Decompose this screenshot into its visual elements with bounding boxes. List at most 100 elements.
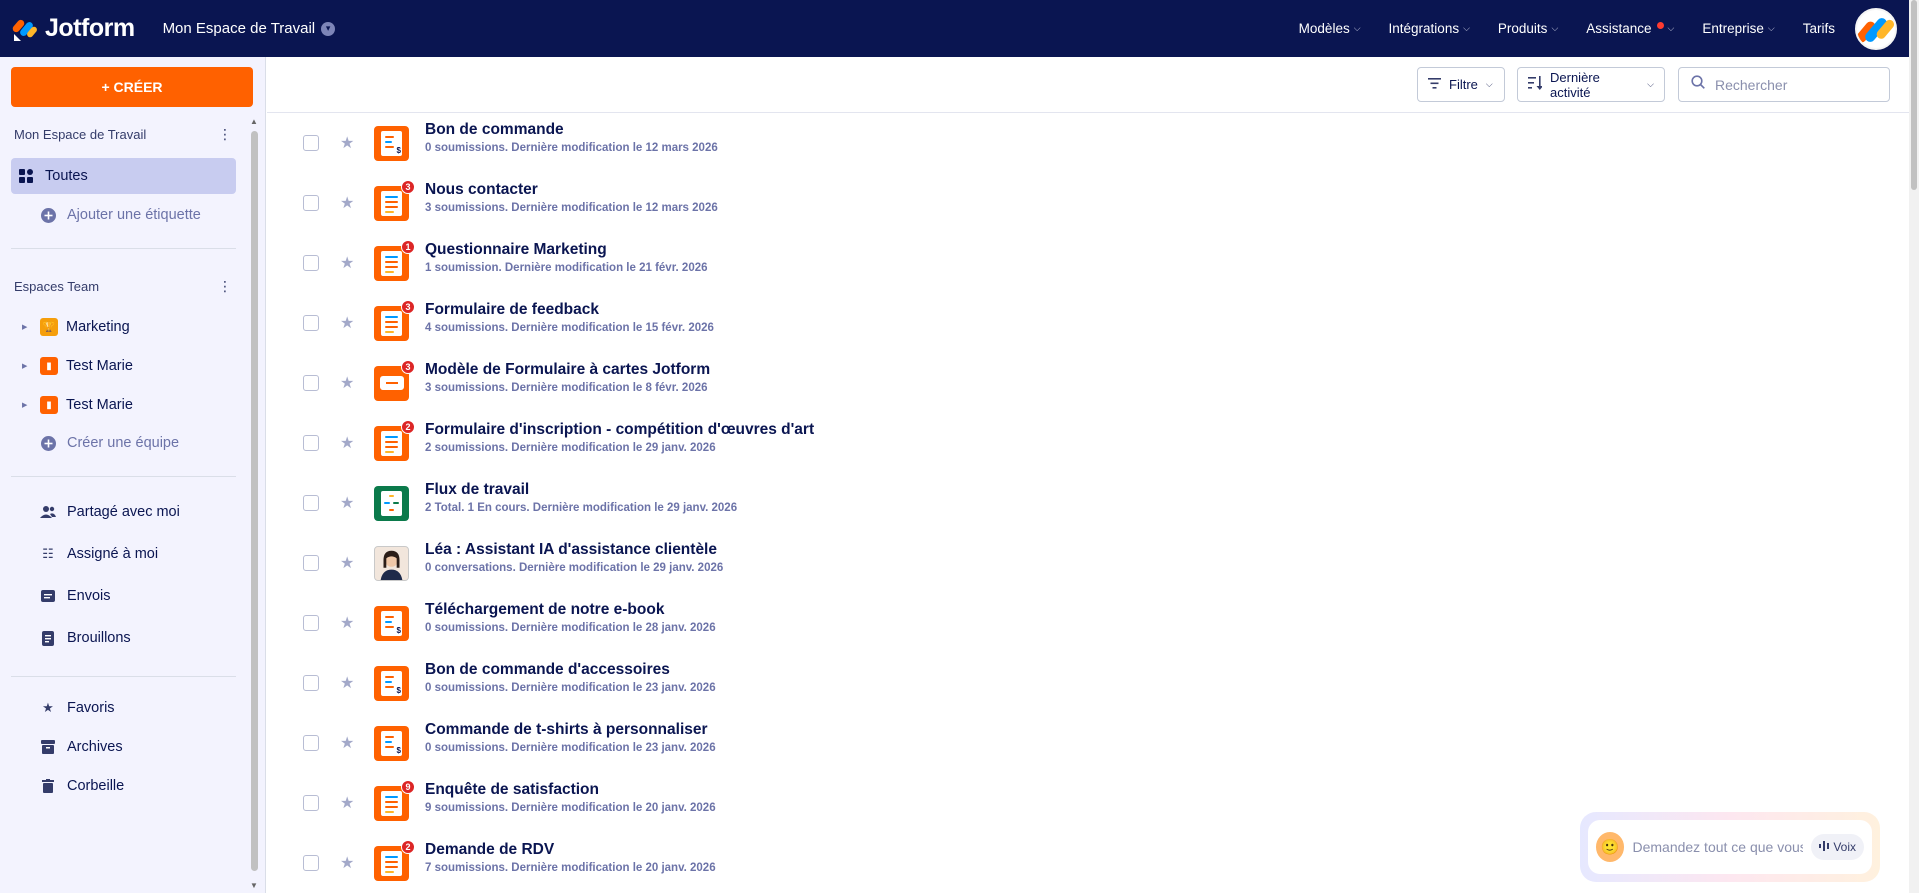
form-row[interactable]: ★ 3 Formulaire de feedback 4 soumissions. D… (267, 293, 1909, 353)
star-icon[interactable]: ★ (340, 133, 354, 153)
sidebar-item-sent[interactable]: Envois (11, 578, 236, 614)
sidebar-team-marketing[interactable]: ▶ 🏆 Marketing (11, 309, 236, 345)
form-meta: 0 soumissions. Dernière modification le … (425, 622, 716, 634)
sidebar-item-trash[interactable]: Corbeille (11, 768, 236, 804)
kebab-menu-icon[interactable]: ⋮ (218, 278, 232, 295)
sidebar-item-favorites[interactable]: ★ Favoris (11, 690, 236, 726)
row-checkbox[interactable] (303, 855, 319, 871)
form-row[interactable]: ★ $ Commande de t-shirts à personnaliser 0 … (267, 713, 1909, 773)
sort-label: Dernière activité (1550, 69, 1600, 100)
nav-products[interactable]: Produits ⌵ (1484, 21, 1572, 36)
workflow-icon (374, 485, 409, 521)
form-row[interactable]: ★ Léa : Assistant IA d'assistance clientè… (267, 533, 1909, 593)
form-row[interactable]: ★ 2 Formulaire d'inscription - compétition… (267, 413, 1909, 473)
ai-chat-input[interactable]: Demandez tout ce que vous (1632, 839, 1803, 855)
form-row[interactable]: ★ $ Téléchargement de notre e-book 0 soumis… (267, 593, 1909, 653)
workspace-switcher[interactable]: Mon Espace de Travail ▾ (163, 20, 336, 37)
page-scrollbar-thumb[interactable] (1911, 0, 1917, 190)
form-title[interactable]: Léa : Assistant IA d'assistance clientèl… (425, 541, 723, 559)
star-icon[interactable]: ★ (340, 493, 354, 513)
star-icon[interactable]: ★ (340, 793, 354, 813)
star-icon[interactable]: ★ (340, 193, 354, 213)
nav-support[interactable]: Assistance ⌵ (1572, 21, 1688, 36)
star-icon[interactable]: ★ (340, 673, 354, 693)
form-meta: 3 soumissions. Dernière modification le … (425, 202, 718, 214)
form-title[interactable]: Enquête de satisfaction (425, 781, 716, 799)
form-row[interactable]: ★ $ Bon de commande 0 soumissions. Dernière… (267, 113, 1909, 173)
form-row[interactable]: ★ $ Bon de commande d'accessoires 0 soumiss… (267, 653, 1909, 713)
add-tag-button[interactable]: Ajouter une étiquette (11, 197, 236, 233)
payment-form-icon: $ (374, 125, 409, 161)
form-title[interactable]: Formulaire d'inscription - compétition d… (425, 421, 814, 439)
filter-button[interactable]: Filtre ⌵ (1417, 67, 1505, 102)
nav-integrations[interactable]: Intégrations ⌵ (1375, 21, 1484, 36)
star-icon[interactable]: ★ (340, 253, 354, 273)
sidebar-item-assigned[interactable]: ☷ Assigné à moi (11, 536, 236, 572)
row-checkbox[interactable] (303, 435, 319, 451)
chevron-down-icon: ⌵ (1667, 23, 1675, 33)
sidebar-item-drafts[interactable]: Brouillons (11, 620, 236, 656)
form-row[interactable]: ★ 3 Modèle de Formulaire à cartes Jotform 3… (267, 353, 1909, 413)
sidebar-item-all[interactable]: Toutes (11, 158, 236, 194)
row-checkbox[interactable] (303, 315, 319, 331)
sidebar-scrollbar-thumb[interactable] (251, 131, 258, 871)
star-icon[interactable]: ★ (340, 373, 354, 393)
sidebar-team-test-marie-2[interactable]: ▶ ▮ Test Marie (11, 387, 236, 423)
form-icon: 1 (374, 239, 415, 281)
star-icon[interactable]: ★ (340, 313, 354, 333)
form-title[interactable]: Bon de commande (425, 121, 718, 139)
form-title[interactable]: Commande de t-shirts à personnaliser (425, 721, 716, 739)
row-checkbox[interactable] (303, 735, 319, 751)
row-checkbox[interactable] (303, 675, 319, 691)
row-checkbox[interactable] (303, 615, 319, 631)
nav-pricing[interactable]: Tarifs (1789, 21, 1849, 36)
form-meta: 3 soumissions. Dernière modification le … (425, 382, 708, 394)
form-title[interactable]: Téléchargement de notre e-book (425, 601, 716, 619)
form-title[interactable]: Flux de travail (425, 481, 737, 499)
create-button[interactable]: + CRÉER (11, 67, 253, 107)
star-icon[interactable]: ★ (340, 613, 354, 633)
sidebar-item-shared[interactable]: Partagé avec moi (11, 494, 236, 530)
scroll-down-icon[interactable]: ▼ (250, 881, 258, 890)
row-checkbox[interactable] (303, 135, 319, 151)
star-icon[interactable]: ★ (340, 553, 354, 573)
row-checkbox[interactable] (303, 255, 319, 271)
star-icon[interactable]: ★ (340, 433, 354, 453)
form-title[interactable]: Bon de commande d'accessoires (425, 661, 716, 679)
sidebar-item-archives[interactable]: Archives (11, 729, 236, 765)
chevron-right-icon[interactable]: ▶ (22, 323, 34, 331)
plus-circle-icon (39, 207, 57, 223)
star-icon[interactable]: ★ (340, 733, 354, 753)
user-avatar[interactable] (1855, 7, 1897, 50)
form-row[interactable]: ★ 1 Questionnaire Marketing 1 soumission. D… (267, 233, 1909, 293)
jotform-logo[interactable]: Jotform (12, 14, 135, 43)
row-checkbox[interactable] (303, 555, 319, 571)
nav-templates[interactable]: Modèles ⌵ (1285, 21, 1375, 36)
form-title[interactable]: Modèle de Formulaire à cartes Jotform (425, 361, 710, 379)
form-row[interactable]: ★ 3 Nous contacter 3 soumissions. Dernière … (267, 173, 1909, 233)
page-scrollbar[interactable] (1909, 0, 1919, 893)
form-row[interactable]: ★ Flux de travail 2 Total. 1 En cours. Der… (267, 473, 1909, 533)
search-input[interactable] (1715, 76, 1875, 93)
sort-button[interactable]: Dernière activité ⌵ (1517, 67, 1665, 102)
form-title[interactable]: Nous contacter (425, 181, 718, 199)
row-checkbox[interactable] (303, 195, 319, 211)
scroll-up-icon[interactable]: ▲ (250, 117, 258, 126)
sidebar-team-test-marie[interactable]: ▶ ▮ Test Marie (11, 348, 236, 384)
search-box[interactable] (1678, 67, 1890, 102)
chevron-right-icon[interactable]: ▶ (22, 362, 34, 370)
form-title[interactable]: Demande de RDV (425, 841, 716, 859)
nav-enterprise[interactable]: Entreprise ⌵ (1688, 21, 1788, 36)
voice-button[interactable]: Voix (1811, 834, 1864, 860)
kebab-menu-icon[interactable]: ⋮ (218, 126, 232, 143)
chevron-right-icon[interactable]: ▶ (22, 401, 34, 409)
form-title[interactable]: Questionnaire Marketing (425, 241, 708, 259)
row-checkbox[interactable] (303, 795, 319, 811)
create-team-button[interactable]: Créer une équipe (11, 425, 236, 461)
row-checkbox[interactable] (303, 375, 319, 391)
sidebar-scrollbar[interactable]: ▲ ▼ (249, 115, 260, 893)
row-checkbox[interactable] (303, 495, 319, 511)
ai-chat-box[interactable]: 🙂 Demandez tout ce que vous Voix (1588, 820, 1872, 874)
form-title[interactable]: Formulaire de feedback (425, 301, 714, 319)
star-icon[interactable]: ★ (340, 853, 354, 873)
